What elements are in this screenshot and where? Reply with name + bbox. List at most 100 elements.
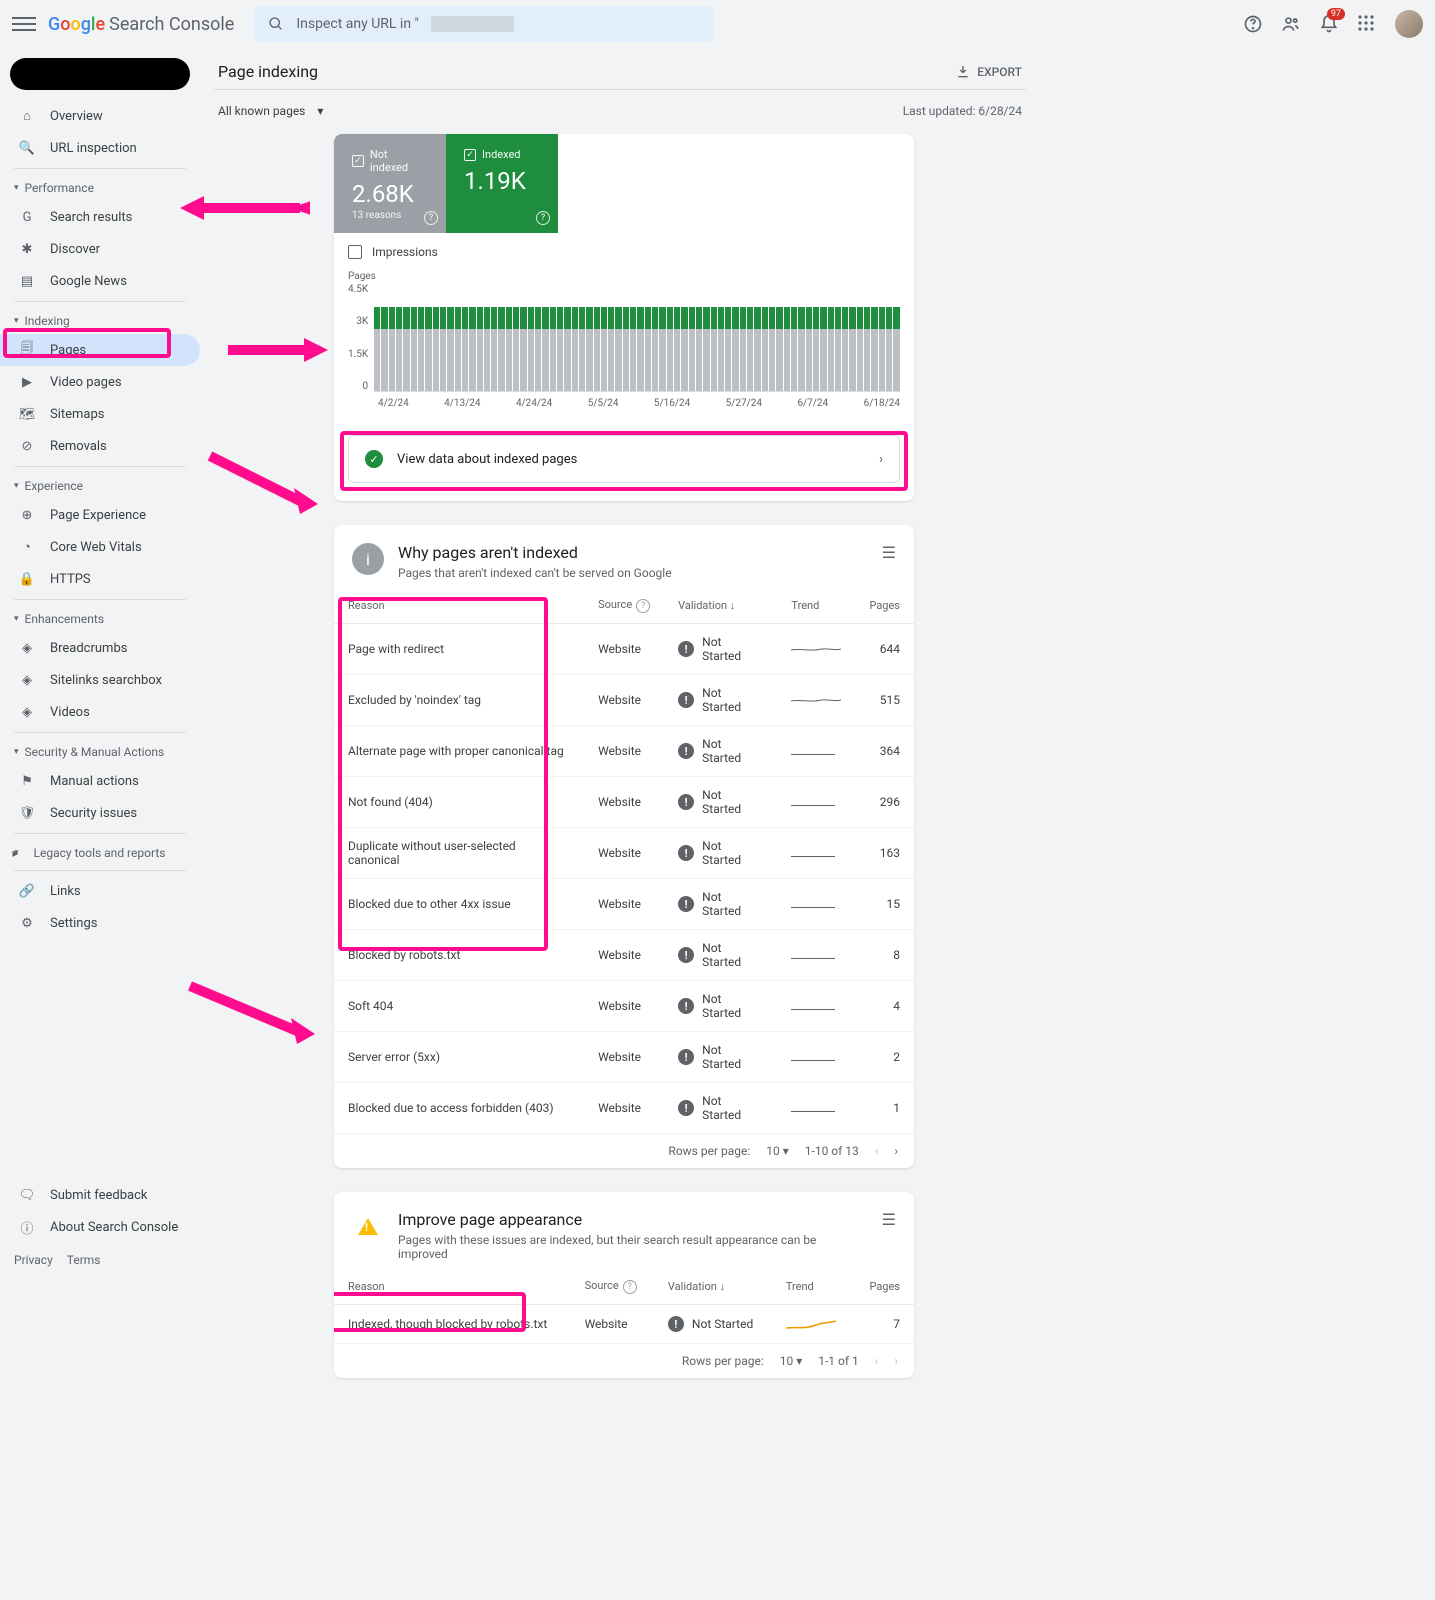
col-source[interactable]: Source? [571, 1269, 654, 1305]
col-trend[interactable]: Trend [777, 588, 855, 624]
sidebar-item-search-results[interactable]: GSearch results [0, 201, 200, 233]
section-performance[interactable]: Performance [0, 173, 200, 201]
sidebar-item-removals[interactable]: ⊘Removals [0, 430, 200, 462]
cell-trend [777, 777, 855, 828]
view-indexed-pages-link[interactable]: ✓ View data about indexed pages › [348, 435, 900, 483]
sidebar-item-about[interactable]: ⓘAbout Search Console [0, 1211, 200, 1243]
table-row[interactable]: Soft 404Website!Not Started4 [334, 981, 914, 1032]
cell-source: Website [584, 930, 664, 981]
section-security[interactable]: Security & Manual Actions [0, 737, 200, 765]
sidebar-item-sitemaps[interactable]: 🗺Sitemaps [0, 398, 200, 430]
page-filter-dropdown[interactable]: All known pages ▾ [218, 104, 323, 118]
indexing-summary-card: ✓Not indexed 2.68K 13 reasons ? ✓Indexed… [334, 134, 914, 501]
why-not-indexed-card: i Why pages aren't indexed Pages that ar… [334, 525, 914, 1168]
rows-per-page-select[interactable]: 10 ▾ [766, 1144, 789, 1158]
sidebar-item-settings[interactable]: ⚙Settings [0, 907, 200, 939]
last-updated: Last updated: 6/28/24 [903, 104, 1022, 118]
table-row[interactable]: Not found (404)Website!Not Started296 [334, 777, 914, 828]
filter-icon[interactable]: ☰ [882, 1210, 896, 1229]
section-indexing[interactable]: Indexing [0, 306, 200, 334]
table-row[interactable]: Page with redirectWebsite!Not Started644 [334, 624, 914, 675]
cell-reason: Server error (5xx) [334, 1032, 584, 1083]
cell-source: Website [571, 1305, 654, 1344]
terms-link[interactable]: Terms [67, 1253, 101, 1267]
section-experience[interactable]: Experience [0, 471, 200, 499]
main-menu-button[interactable] [12, 12, 36, 36]
sidebar-label: HTTPS [50, 572, 91, 587]
sidebar-item-discover[interactable]: ✱Discover [0, 233, 200, 265]
col-pages[interactable]: Pages [853, 1269, 914, 1305]
sidebar-label: Page Experience [50, 508, 146, 523]
sidebar-item-page-experience[interactable]: ⊕ Page Experience [0, 499, 200, 531]
stat-not-indexed[interactable]: ✓Not indexed 2.68K 13 reasons ? [334, 134, 446, 233]
section-enhancements[interactable]: Enhancements [0, 604, 200, 632]
sidebar-item-pages[interactable]: 🗐Pages [0, 334, 200, 366]
sidebar-item-url-inspection[interactable]: 🔍URL inspection [0, 132, 200, 164]
property-selector[interactable] [10, 58, 190, 90]
table-row[interactable]: Blocked due to access forbidden (403)Web… [334, 1083, 914, 1134]
help-icon[interactable]: ? [636, 599, 650, 613]
col-trend[interactable]: Trend [772, 1269, 853, 1305]
rows-per-page-select[interactable]: 10 ▾ [780, 1354, 803, 1368]
sidebar-item-breadcrumbs[interactable]: ◈Breadcrumbs [0, 632, 200, 664]
product-logo: Google Search Console [48, 14, 234, 35]
cell-reason: Page with redirect [334, 624, 584, 675]
help-icon[interactable]: ? [536, 211, 550, 225]
sidebar-label: Core Web Vitals [50, 540, 142, 555]
sidebar-item-sitelinks[interactable]: ◈Sitelinks searchbox [0, 664, 200, 696]
plus-circle-icon: ⊕ [18, 506, 36, 524]
sidebar-item-video-pages[interactable]: ▶Video pages [0, 366, 200, 398]
improve-appearance-card: Improve page appearance Pages with these… [334, 1192, 914, 1378]
sidebar: ⌂Overview 🔍URL inspection Performance GS… [0, 48, 200, 1442]
sidebar-item-security-issues[interactable]: 🛡Security issues [0, 797, 200, 829]
account-avatar[interactable] [1395, 10, 1423, 38]
search-icon [268, 16, 284, 32]
next-page-button[interactable]: › [894, 1144, 898, 1158]
sidebar-item-feedback[interactable]: 🗨Submit feedback [0, 1179, 200, 1211]
export-button[interactable]: EXPORT [955, 64, 1022, 80]
sidebar-item-links[interactable]: 🔗Links [0, 875, 200, 907]
prev-page-button[interactable]: ‹ [875, 1354, 879, 1368]
next-page-button[interactable]: › [894, 1354, 898, 1368]
cell-pages: 1 [855, 1083, 914, 1134]
prev-page-button[interactable]: ‹ [875, 1144, 879, 1158]
table-row[interactable]: Server error (5xx)Website!Not Started2 [334, 1032, 914, 1083]
sidebar-label: Discover [50, 242, 100, 257]
stat-indexed[interactable]: ✓Indexed 1.19K ? [446, 134, 558, 233]
annotation-arrow [218, 330, 328, 370]
col-reason[interactable]: Reason [334, 588, 584, 624]
people-icon[interactable] [1281, 14, 1301, 34]
table-row[interactable]: Excluded by 'noindex' tagWebsite!Not Sta… [334, 675, 914, 726]
table-row[interactable]: Blocked by robots.txtWebsite!Not Started… [334, 930, 914, 981]
url-inspect-search[interactable]: Inspect any URL in " xxxxxxxxxxxx [254, 6, 714, 42]
notifications-icon[interactable]: 97 [1319, 14, 1339, 34]
col-pages[interactable]: Pages [855, 588, 914, 624]
cell-validation: !Not Started [664, 1083, 777, 1134]
col-validation[interactable]: Validation ↓ [654, 1269, 772, 1305]
apps-icon[interactable] [1357, 14, 1377, 34]
sidebar-item-overview[interactable]: ⌂Overview [0, 100, 200, 132]
table-row[interactable]: Alternate page with proper canonical tag… [334, 726, 914, 777]
filter-icon[interactable]: ☰ [882, 543, 896, 562]
sidebar-item-google-news[interactable]: ▤Google News [0, 265, 200, 297]
table-row[interactable]: Blocked due to other 4xx issueWebsite!No… [334, 879, 914, 930]
video-icon: ▶ [18, 373, 36, 391]
sidebar-item-core-web-vitals[interactable]: ◔Core Web Vitals [0, 531, 200, 563]
help-icon[interactable]: ? [623, 1280, 637, 1294]
table-row[interactable]: Indexed, though blocked by robots.txtWeb… [334, 1305, 914, 1344]
sidebar-item-manual-actions[interactable]: ⚑Manual actions [0, 765, 200, 797]
col-source[interactable]: Source? [584, 588, 664, 624]
notification-badge: 97 [1327, 8, 1345, 20]
table-row[interactable]: Duplicate without user-selected canonica… [334, 828, 914, 879]
help-icon[interactable] [1243, 14, 1263, 34]
col-reason[interactable]: Reason [334, 1269, 571, 1305]
col-validation[interactable]: Validation ↓ [664, 588, 777, 624]
privacy-link[interactable]: Privacy [14, 1253, 53, 1267]
cell-source: Website [584, 624, 664, 675]
cell-trend [777, 930, 855, 981]
sidebar-item-videos[interactable]: ◈Videos [0, 696, 200, 728]
impressions-checkbox[interactable] [348, 245, 362, 259]
sidebar-item-https[interactable]: 🔒HTTPS [0, 563, 200, 595]
section-legacy[interactable]: ▸ Legacy tools and reports [0, 838, 200, 866]
help-icon[interactable]: ? [424, 211, 438, 225]
